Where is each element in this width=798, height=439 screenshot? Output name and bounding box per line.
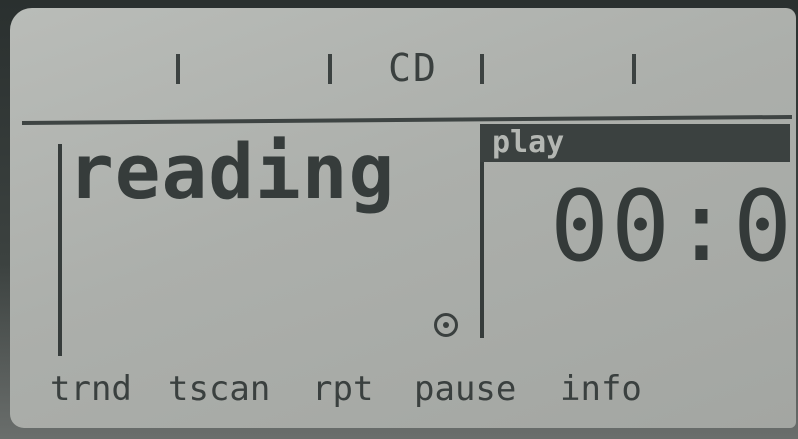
mode-label: play — [492, 125, 565, 160]
softkey-pause[interactable]: pause — [414, 364, 516, 414]
softkey-bar: trnd tscan rpt pause info — [50, 364, 670, 414]
softkey-rpt[interactable]: rpt — [312, 364, 373, 414]
softkey-trnd[interactable]: trnd — [50, 364, 132, 414]
source-label: CD — [388, 46, 438, 90]
tab-separator — [328, 54, 332, 84]
tab-separator — [176, 54, 180, 84]
tab-separator — [632, 54, 636, 84]
disc-icon — [434, 313, 458, 337]
status-text: reading — [68, 127, 396, 216]
left-panel-border — [58, 144, 62, 356]
softkey-tscan[interactable]: tscan — [168, 364, 270, 414]
softkey-info[interactable]: info — [560, 364, 642, 414]
lcd-screen: CD reading play 00:00 trnd tscan rpt pau… — [10, 8, 796, 428]
time-readout: 00:00 — [550, 170, 796, 284]
mode-bar: play — [480, 124, 790, 162]
tab-separator — [480, 54, 484, 84]
